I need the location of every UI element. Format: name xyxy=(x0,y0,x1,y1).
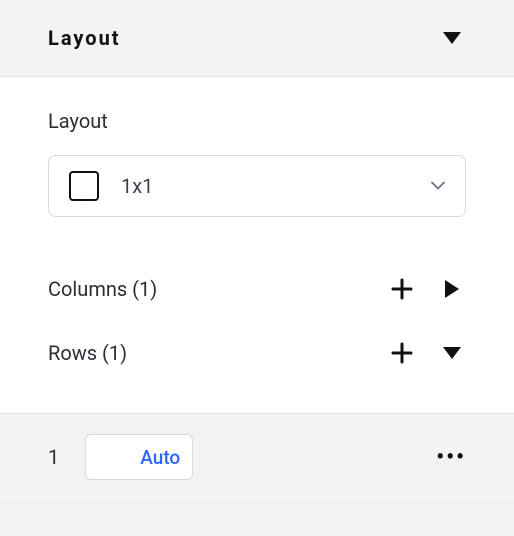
layout-dropdown[interactable]: 1x1 xyxy=(48,155,466,217)
layout-dropdown-value: 1x1 xyxy=(121,174,153,198)
columns-row: Columns (1) xyxy=(48,257,466,321)
row-size-chip[interactable]: Auto xyxy=(85,434,193,480)
panel-header[interactable]: Layout xyxy=(0,0,514,77)
layout-section-label: Layout xyxy=(48,109,466,133)
rows-row: Rows (1) xyxy=(48,321,466,385)
add-row-button[interactable] xyxy=(388,339,416,367)
more-icon[interactable]: ••• xyxy=(436,445,466,470)
panel-title: Layout xyxy=(48,26,121,50)
chevron-down-icon xyxy=(431,182,445,191)
expand-columns-button[interactable] xyxy=(438,275,466,303)
row-size-value xyxy=(86,435,134,479)
add-column-button[interactable] xyxy=(388,275,416,303)
row-index: 1 xyxy=(48,445,59,469)
layout-swatch-icon xyxy=(69,171,99,201)
collapse-rows-button[interactable] xyxy=(438,339,466,367)
columns-label: Columns (1) xyxy=(48,277,157,301)
row-item-left: 1 Auto xyxy=(48,434,193,480)
row-size-mode: Auto xyxy=(134,446,192,469)
caret-down-icon xyxy=(438,24,466,52)
panel-body: Layout 1x1 Columns (1) Rows (1) xyxy=(0,77,514,414)
row-item: 1 Auto ••• xyxy=(0,414,514,503)
rows-label: Rows (1) xyxy=(48,341,127,365)
